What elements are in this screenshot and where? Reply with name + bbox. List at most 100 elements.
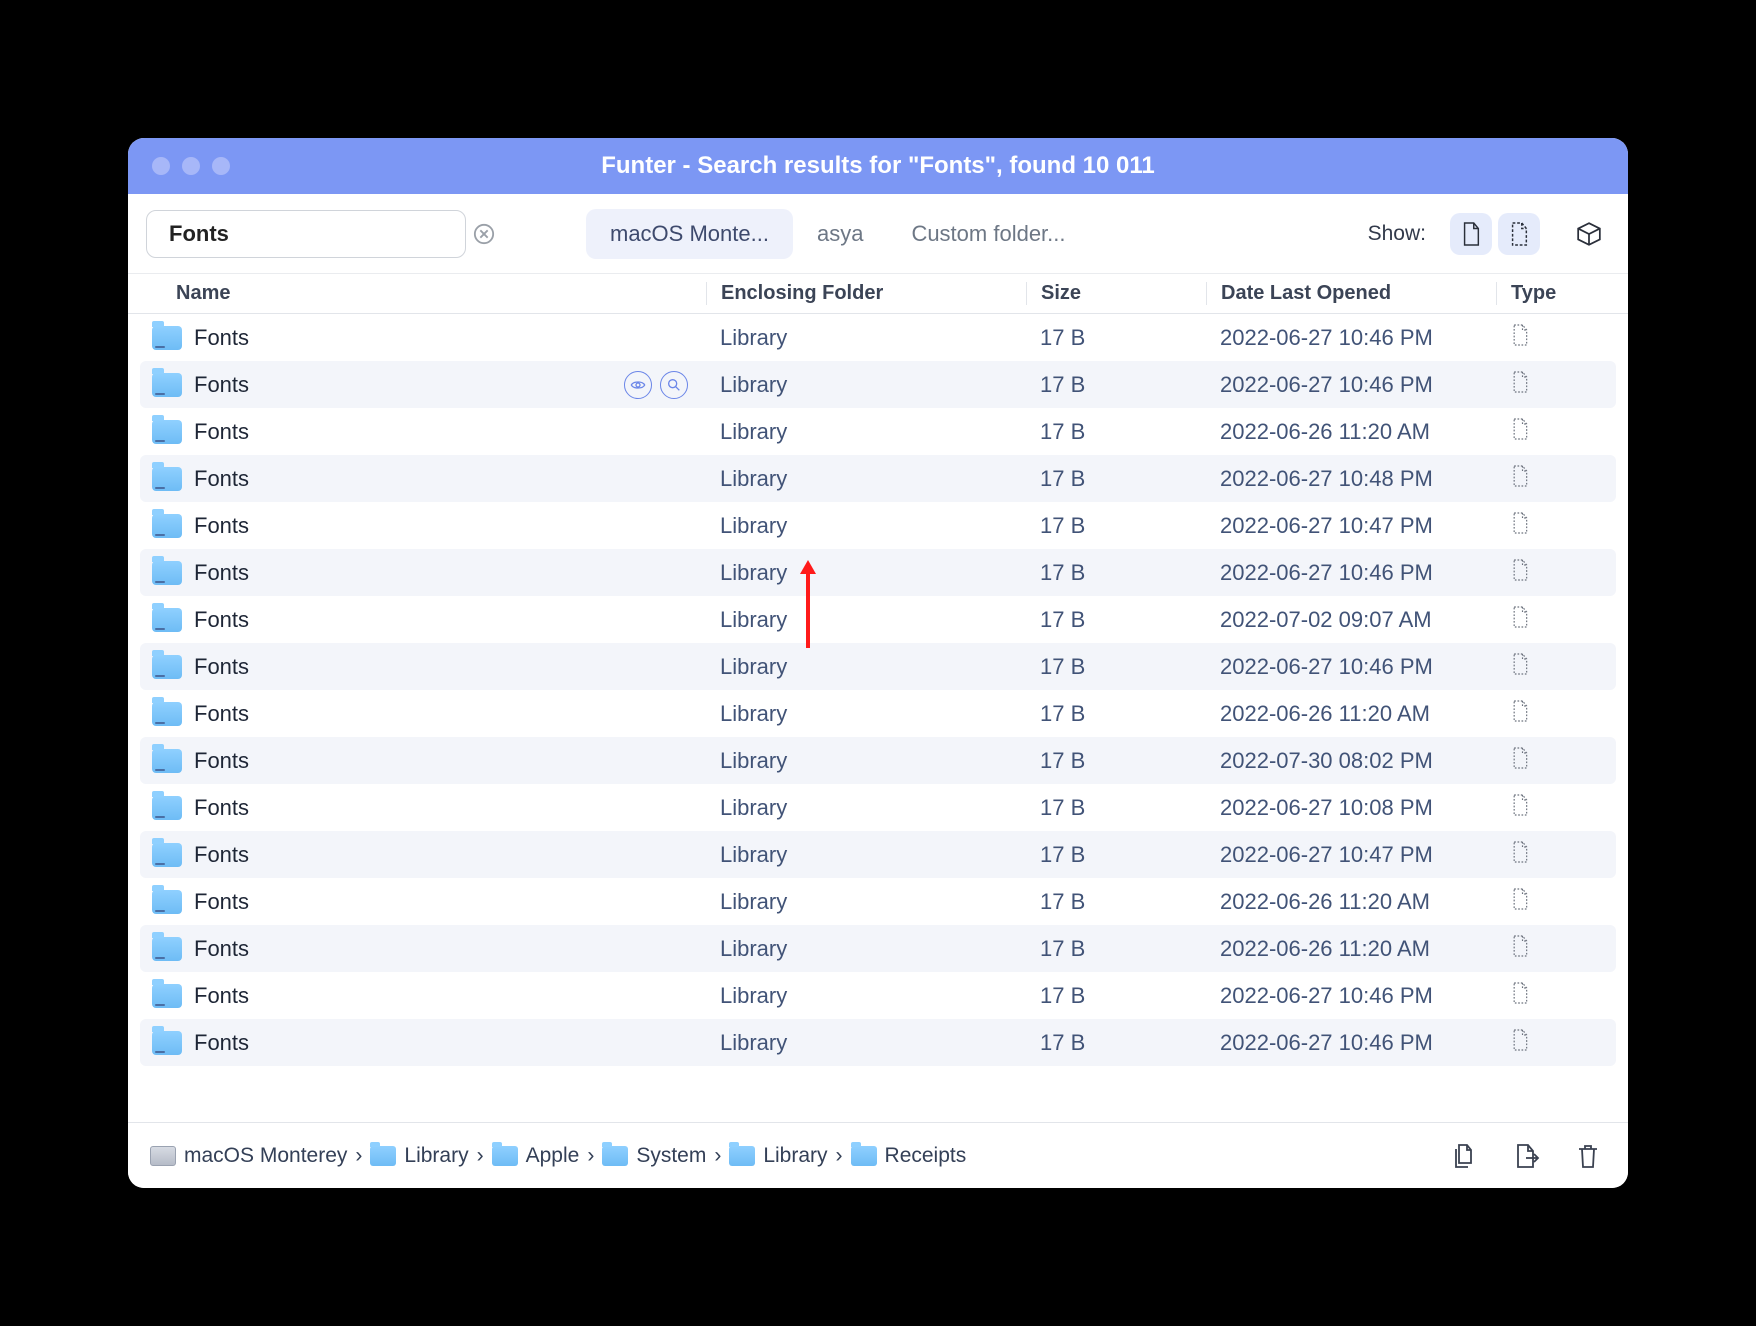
toolbar: macOS Monte...asyaCustom folder... Show: <box>128 194 1628 274</box>
show-hidden-files-toggle[interactable] <box>1498 213 1540 255</box>
row-name: Fonts <box>194 748 249 774</box>
row-type <box>1496 417 1616 447</box>
row-type <box>1496 840 1616 870</box>
breadcrumb-item[interactable]: Library <box>729 1144 827 1168</box>
row-name: Fonts <box>194 513 249 539</box>
row-folder: Library <box>706 513 1026 539</box>
row-size: 17 B <box>1026 842 1206 868</box>
zoom-button[interactable] <box>660 371 688 399</box>
hidden-file-icon <box>1510 746 1530 770</box>
table-row[interactable]: FontsLibrary17 B2022-06-26 11:20 AM <box>140 925 1616 972</box>
table-row[interactable]: FontsLibrary17 B2022-06-26 11:20 AM <box>140 690 1616 737</box>
folder-icon <box>152 561 182 585</box>
table-row[interactable]: FontsLibrary17 B2022-06-27 10:46 PM <box>140 549 1616 596</box>
row-name: Fonts <box>194 419 249 445</box>
row-type <box>1496 746 1616 776</box>
scope-tab[interactable]: Custom folder... <box>887 209 1089 259</box>
hidden-file-icon <box>1510 511 1530 535</box>
row-size: 17 B <box>1026 701 1206 727</box>
table-row[interactable]: FontsLibrary17 B2022-06-27 10:46 PM <box>140 361 1616 408</box>
row-size: 17 B <box>1026 889 1206 915</box>
folder-icon <box>152 655 182 679</box>
row-date: 2022-06-26 11:20 AM <box>1206 936 1496 962</box>
eye-icon <box>630 377 646 393</box>
row-date: 2022-06-27 10:08 PM <box>1206 795 1496 821</box>
row-type <box>1496 323 1616 353</box>
row-name: Fonts <box>194 701 249 727</box>
breadcrumb-item[interactable]: Apple <box>492 1144 580 1168</box>
hidden-file-icon <box>1510 793 1530 817</box>
folder-icon <box>492 1146 518 1166</box>
hidden-file-icon <box>1510 370 1530 394</box>
row-type <box>1496 887 1616 917</box>
chevron-right-icon: › <box>477 1144 484 1168</box>
folder-icon <box>152 749 182 773</box>
row-folder: Library <box>706 748 1026 774</box>
header-type[interactable]: Type <box>1496 282 1616 305</box>
scope-tab[interactable]: macOS Monte... <box>586 209 793 259</box>
table-row[interactable]: FontsLibrary17 B2022-06-27 10:46 PM <box>140 643 1616 690</box>
table-row[interactable]: FontsLibrary17 B2022-07-30 08:02 PM <box>140 737 1616 784</box>
breadcrumb-label: Receipts <box>885 1144 967 1168</box>
table-row[interactable]: FontsLibrary17 B2022-06-27 10:46 PM <box>140 314 1616 361</box>
folder-icon <box>152 467 182 491</box>
folder-icon <box>729 1146 755 1166</box>
folder-icon <box>152 420 182 444</box>
folder-icon <box>370 1146 396 1166</box>
hidden-file-icon <box>1508 221 1530 247</box>
chevron-right-icon: › <box>836 1144 843 1168</box>
table-row[interactable]: FontsLibrary17 B2022-06-27 10:47 PM <box>140 831 1616 878</box>
hidden-file-icon <box>1510 934 1530 958</box>
header-name[interactable]: Name <box>176 282 706 305</box>
search-input[interactable] <box>169 221 463 247</box>
packages-toggle[interactable] <box>1568 213 1610 255</box>
breadcrumb-item[interactable]: macOS Monterey <box>150 1144 347 1168</box>
breadcrumb-item[interactable]: Library <box>370 1144 468 1168</box>
row-folder: Library <box>706 1030 1026 1056</box>
copy-button[interactable] <box>1446 1138 1482 1174</box>
table-row[interactable]: FontsLibrary17 B2022-06-27 10:47 PM <box>140 502 1616 549</box>
reveal-button[interactable] <box>1508 1138 1544 1174</box>
row-folder: Library <box>706 560 1026 586</box>
delete-button[interactable] <box>1570 1138 1606 1174</box>
row-folder: Library <box>706 889 1026 915</box>
hidden-file-icon <box>1510 840 1530 864</box>
row-type <box>1496 652 1616 682</box>
table-row[interactable]: FontsLibrary17 B2022-06-27 10:08 PM <box>140 784 1616 831</box>
header-date[interactable]: Date Last Opened <box>1206 282 1496 305</box>
breadcrumb-item[interactable]: Receipts <box>851 1144 967 1168</box>
row-type <box>1496 793 1616 823</box>
row-folder: Library <box>706 372 1026 398</box>
close-button[interactable] <box>152 157 170 175</box>
show-visible-files-toggle[interactable] <box>1450 213 1492 255</box>
row-name: Fonts <box>194 795 249 821</box>
table-row[interactable]: FontsLibrary17 B2022-06-27 10:46 PM <box>140 972 1616 1019</box>
header-folder[interactable]: Enclosing Folder <box>706 282 1026 305</box>
row-type <box>1496 558 1616 588</box>
row-date: 2022-06-27 10:46 PM <box>1206 1030 1496 1056</box>
table-row[interactable]: FontsLibrary17 B2022-06-27 10:46 PM <box>140 1019 1616 1066</box>
clear-search-button[interactable] <box>473 222 495 246</box>
preview-button[interactable] <box>624 371 652 399</box>
minimize-button[interactable] <box>182 157 200 175</box>
zoom-button[interactable] <box>212 157 230 175</box>
row-name: Fonts <box>194 936 249 962</box>
scope-tab[interactable]: asya <box>793 209 887 259</box>
row-date: 2022-06-26 11:20 AM <box>1206 419 1496 445</box>
table-row[interactable]: FontsLibrary17 B2022-06-27 10:48 PM <box>140 455 1616 502</box>
folder-icon <box>152 796 182 820</box>
table-row[interactable]: FontsLibrary17 B2022-06-26 11:20 AM <box>140 878 1616 925</box>
hidden-file-icon <box>1510 652 1530 676</box>
row-size: 17 B <box>1026 654 1206 680</box>
folder-icon <box>152 373 182 397</box>
show-label: Show: <box>1368 222 1426 246</box>
row-name: Fonts <box>194 466 249 492</box>
breadcrumb-label: Apple <box>526 1144 580 1168</box>
breadcrumb-item[interactable]: System <box>602 1144 706 1168</box>
table-row[interactable]: FontsLibrary17 B2022-06-26 11:20 AM <box>140 408 1616 455</box>
header-size[interactable]: Size <box>1026 282 1206 305</box>
folder-icon <box>851 1146 877 1166</box>
search-field[interactable] <box>146 210 466 258</box>
table-row[interactable]: FontsLibrary17 B2022-07-02 09:07 AM <box>140 596 1616 643</box>
column-headers: Name Enclosing Folder Size Date Last Ope… <box>128 274 1628 314</box>
